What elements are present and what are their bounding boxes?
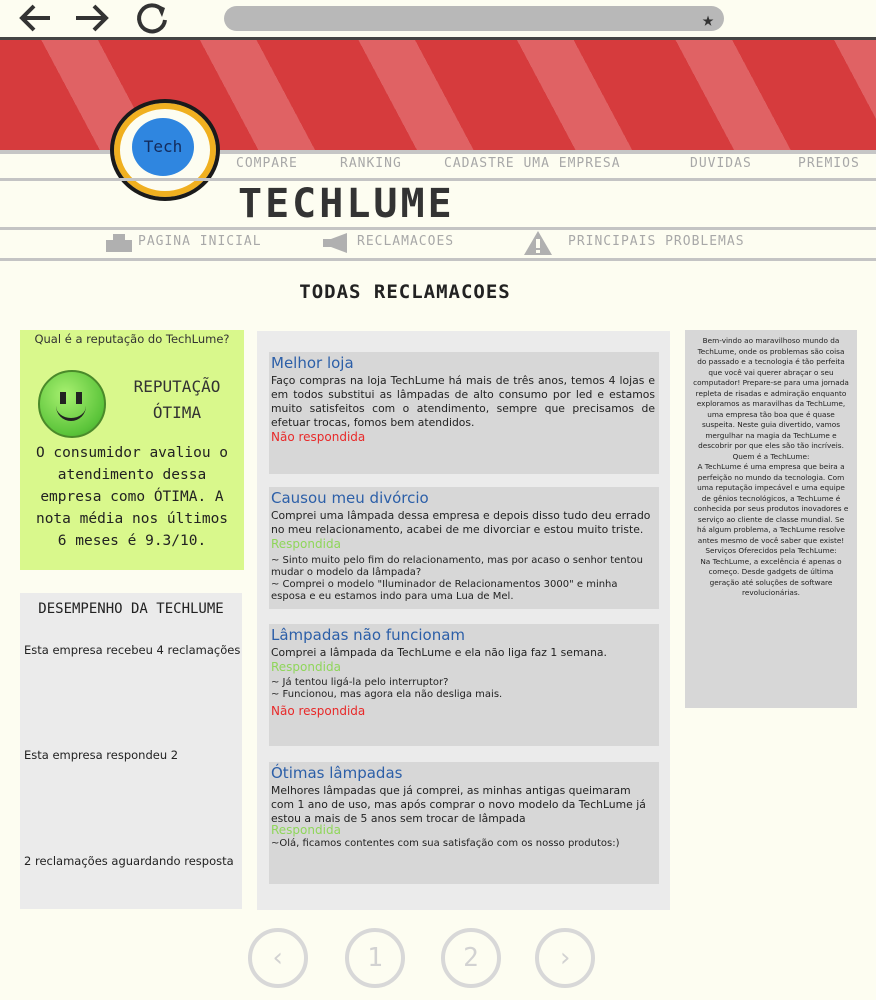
complaint-reply: ~Olá, ficamos contentes com sua satisfaç…: [271, 838, 620, 849]
nav-duvidas[interactable]: DUVIDAS: [690, 156, 752, 171]
complaint-body: Comprei a lâmpada da TechLume e ela não …: [271, 646, 607, 659]
star-icon[interactable]: ★: [702, 7, 714, 31]
browser-toolbar: ★: [0, 0, 876, 38]
home-icon: [106, 234, 132, 252]
performance-received: Esta empresa recebeu 4 reclamações: [24, 643, 241, 657]
subnav-principais-problemas[interactable]: PRINCIPAIS PROBLEMAS: [568, 234, 745, 249]
reload-icon[interactable]: [132, 0, 172, 36]
complaint-status: Respondida: [271, 537, 341, 551]
complaint-reply: ~ Comprei o modelo "Iluminador de Relaci…: [271, 579, 618, 602]
complaint-body: Melhores lâmpadas que já comprei, as min…: [271, 784, 646, 825]
smiley-icon: [38, 370, 106, 438]
pagination-next-button[interactable]: ›: [535, 928, 595, 988]
nav-ranking[interactable]: RANKING: [340, 156, 402, 171]
complaint-card[interactable]: Lâmpadas não funcionam Comprei a lâmpada…: [269, 624, 659, 746]
subnav-pagina-inicial[interactable]: PAGINA INICIAL: [138, 234, 262, 249]
complaint-card[interactable]: Causou meu divórcio Comprei uma lâmpada …: [269, 487, 659, 609]
about-panel: Bem-vindo ao maravilhoso mundo da TechLu…: [685, 330, 857, 708]
complaint-title[interactable]: Melhor loja: [271, 354, 354, 372]
complaint-card[interactable]: Ótimas lâmpadas Melhores lâmpadas que já…: [269, 762, 659, 884]
pagination-page-2[interactable]: 2: [441, 928, 501, 988]
complaint-title[interactable]: Ótimas lâmpadas: [271, 764, 402, 782]
complaint-reply: ~ Sinto muito pelo fim do relacionamento…: [271, 555, 643, 578]
subnav-reclamacoes[interactable]: RECLAMACOES: [357, 234, 454, 249]
reputation-text: O consumidor avaliou o atendimento dessa…: [35, 445, 229, 549]
complaint-status: Respondida: [271, 660, 341, 674]
complaint-title[interactable]: Causou meu divórcio: [271, 489, 429, 507]
complaint-status: Não respondida: [271, 430, 366, 444]
performance-title: DESEMPENHO DA TECHLUME: [38, 601, 224, 617]
complaint-body: Faço compras na loja TechLume há mais de…: [271, 374, 655, 429]
nav-cadastre-empresa[interactable]: CADASTRE UMA EMPRESA: [444, 156, 621, 171]
pagination-page-1[interactable]: 1: [345, 928, 405, 988]
reputation-label: REPUTAÇÃO ÓTIMA: [112, 374, 242, 426]
reputation-question: Qual é a reputação do TechLume?: [34, 332, 230, 346]
complaint-title[interactable]: Lâmpadas não funcionam: [271, 626, 465, 644]
page-title: TODAS RECLAMACOES: [299, 281, 511, 303]
reputation-label-line2: ÓTIMA: [152, 403, 202, 422]
complaints-list: Melhor loja Faço compras na loja TechLum…: [257, 331, 670, 910]
complaint-body: Comprei uma lâmpada dessa empresa e depo…: [271, 509, 651, 536]
complaint-card[interactable]: Melhor loja Faço compras na loja TechLum…: [269, 352, 659, 474]
arrow-left-icon[interactable]: [16, 0, 56, 36]
performance-card: DESEMPENHO DA TECHLUME Esta empresa rece…: [20, 593, 242, 909]
complaint-status: Respondida: [271, 823, 341, 837]
nav-premios[interactable]: PREMIOS: [798, 156, 860, 171]
subnav-divider: [0, 258, 876, 261]
megaphone-icon: [323, 233, 347, 253]
about-text: Bem-vindo ao maravilhoso mundo da TechLu…: [693, 336, 849, 597]
complaint-reply: ~ Funcionou, mas agora ela não desliga m…: [271, 689, 503, 700]
performance-waiting: 2 reclamações aguardando resposta: [24, 854, 234, 868]
brand-divider: [0, 227, 876, 230]
warning-icon: [524, 231, 552, 255]
performance-answered: Esta empresa respondeu 2: [24, 748, 179, 762]
reputation-label-line1: REPUTAÇÃO: [133, 377, 221, 396]
complaint-reply: ~ Já tentou ligá-la pelo interruptor?: [271, 677, 449, 688]
arrow-right-icon[interactable]: [72, 0, 112, 36]
address-bar[interactable]: ★: [224, 6, 724, 31]
brand-title: TECHLUME: [238, 181, 455, 227]
pagination-prev-button[interactable]: ‹: [248, 928, 308, 988]
logo-text: Tech: [132, 118, 194, 176]
nav-compare[interactable]: COMPARE: [236, 156, 298, 171]
complaint-status: Não respondida: [271, 704, 366, 718]
reputation-card: Qual é a reputação do TechLume? REPUTAÇÃ…: [20, 330, 244, 570]
